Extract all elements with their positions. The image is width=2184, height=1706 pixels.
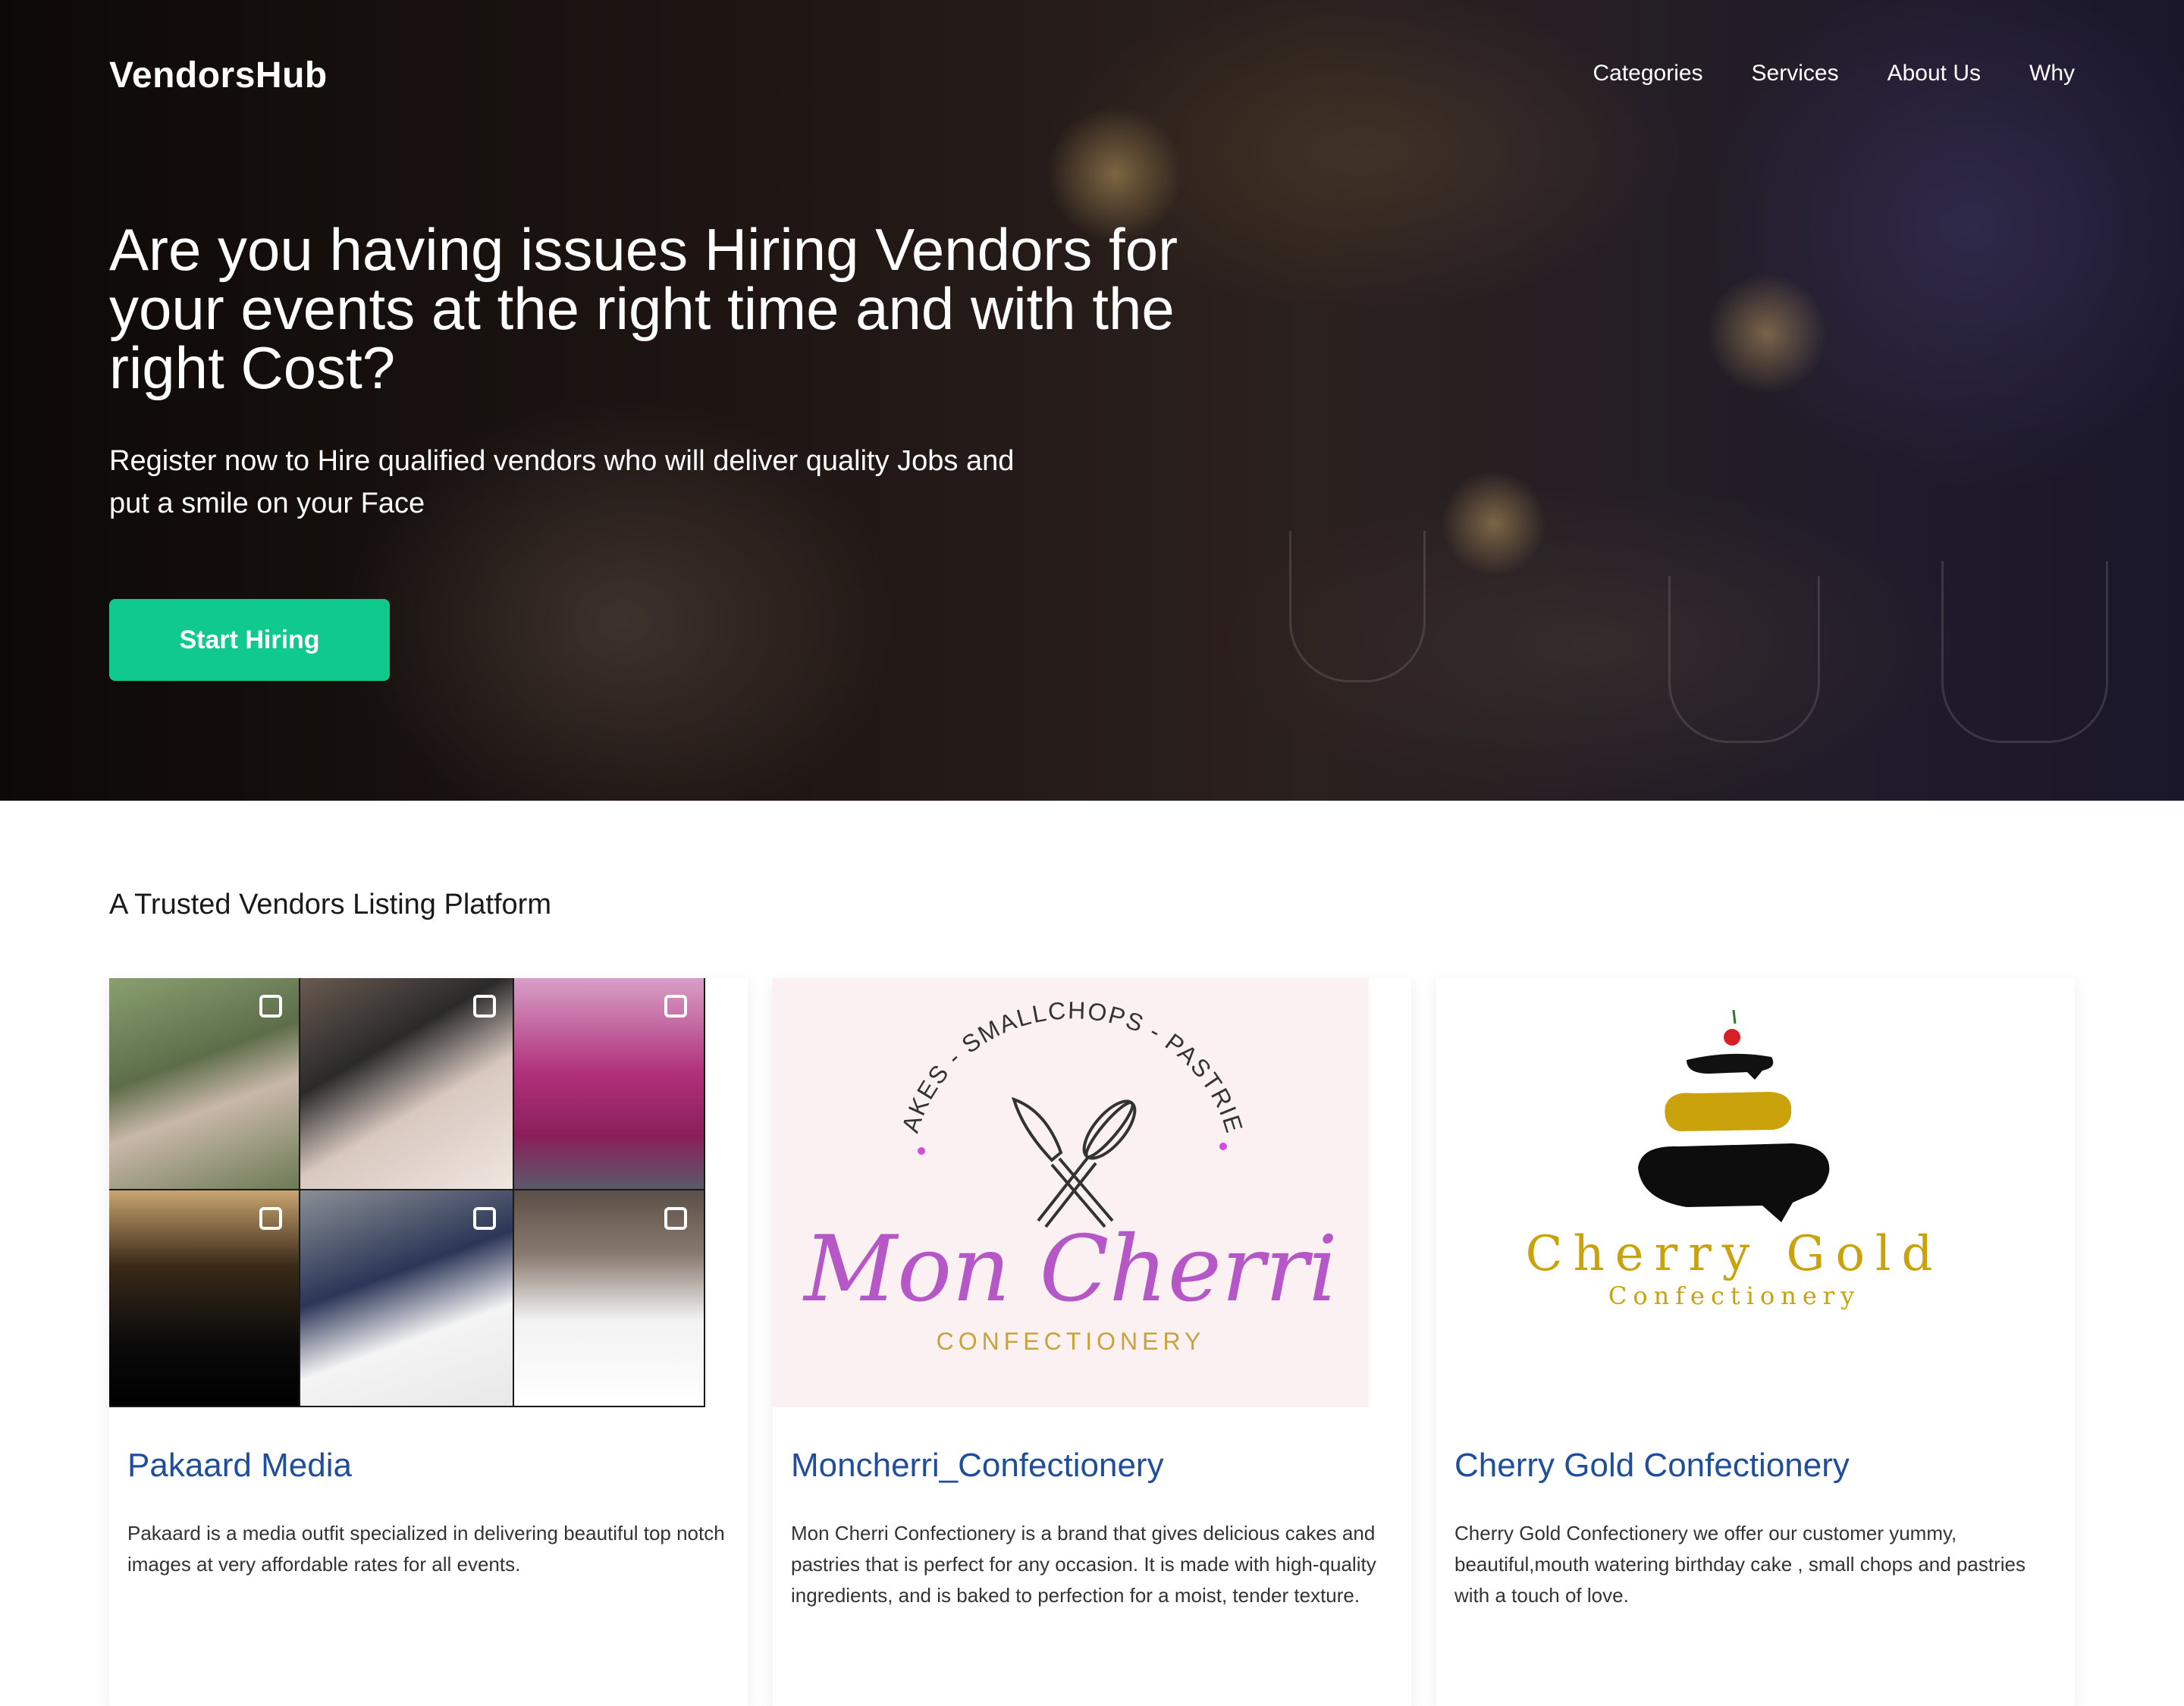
cherry-gold-sub-text: Confectionery [1608, 1281, 1860, 1310]
nav-categories[interactable]: Categories [1592, 61, 1702, 86]
hero-section: VendorsHub Categories Services About Us … [0, 0, 2184, 801]
moncherri-logo-graphic: CAKES - SMALLCHOPS - PASTRIES Mon [773, 978, 1338, 1355]
vendor-card-cherry-gold[interactable]: Cherry Gold Confectionery Cherry Gold Co… [1436, 978, 2075, 1706]
vendor-description: Cherry Gold Confectionery we offer our c… [1454, 1522, 2026, 1607]
photo-thumbnail [300, 1190, 514, 1407]
moncherri-script-text: Mon Cherri [802, 1217, 1338, 1322]
vendor-image-cherry-gold: Cherry Gold Confectionery [1436, 978, 2032, 1407]
moncherri-arc-text: CAKES - SMALLCHOPS - PASTRIES [773, 978, 1247, 1137]
photo-thumbnail [514, 978, 705, 1190]
hero-subtitle: Register now to Hire qualified vendors w… [109, 445, 1015, 519]
gallery-icon [664, 1207, 687, 1230]
vendor-image-moncherri: CAKES - SMALLCHOPS - PASTRIES Mon [773, 978, 1369, 1407]
vendor-description: Pakaard is a media outfit specialized in… [127, 1522, 725, 1576]
moncherri-logo: CAKES - SMALLCHOPS - PASTRIES Mon [773, 978, 1369, 1407]
cherry-gold-logo-graphic: Cherry Gold Confectionery [1526, 1009, 1944, 1310]
nav-services[interactable]: Services [1752, 61, 1839, 86]
cherry-gold-main-text: Cherry Gold [1526, 1226, 1944, 1282]
section-title: A Trusted Vendors Listing Platform [109, 889, 551, 920]
nav-why[interactable]: Why [2029, 61, 2075, 86]
photo-thumbnail [109, 978, 300, 1190]
photo-thumbnail [109, 1190, 300, 1407]
nav-about-us[interactable]: About Us [1887, 61, 1981, 86]
start-hiring-button[interactable]: Start Hiring [109, 599, 390, 681]
vendor-name[interactable]: Pakaard Media [127, 1447, 352, 1485]
main-nav: Categories Services About Us Why [1592, 61, 2075, 86]
vendor-card-moncherri[interactable]: CAKES - SMALLCHOPS - PASTRIES Mon [773, 978, 1411, 1706]
hero-title: Are you having issues Hiring Vendors for… [109, 216, 1178, 401]
vendor-card-pakaard-media[interactable]: Pakaard Media Pakaard is a media outfit … [109, 978, 748, 1706]
brand-logo[interactable]: VendorsHub [109, 55, 328, 96]
vendor-name[interactable]: Moncherri_Confectionery [791, 1447, 1164, 1485]
gallery-icon [473, 995, 496, 1018]
vendor-name[interactable]: Cherry Gold Confectionery [1454, 1447, 1850, 1485]
gallery-icon [259, 995, 282, 1018]
vendor-description: Mon Cherri Confectionery is a brand that… [791, 1522, 1376, 1607]
photo-thumbnail [514, 1190, 705, 1407]
photo-thumbnail [300, 978, 514, 1190]
gallery-icon [664, 995, 687, 1018]
gallery-icon [259, 1207, 282, 1230]
cherry-gold-logo: Cherry Gold Confectionery [1436, 978, 2032, 1407]
moncherri-sub-text: CONFECTIONERY [937, 1328, 1206, 1355]
gallery-icon [473, 1207, 496, 1230]
vendor-image-pakaard-media [109, 978, 705, 1407]
svg-text:CAKES - SMALLCHOPS - PASTRIES: CAKES - SMALLCHOPS - PASTRIES [773, 978, 1248, 1137]
